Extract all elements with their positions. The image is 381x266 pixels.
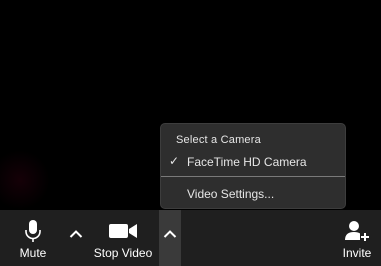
add-user-icon: [345, 221, 370, 242]
camera-menu-heading: Select a Camera: [176, 134, 261, 146]
stop-video-button[interactable]: Stop Video: [90, 210, 156, 266]
microphone-icon: [25, 220, 41, 242]
invite-label: Invite: [342, 246, 372, 260]
video-options-caret[interactable]: [159, 210, 181, 266]
check-icon: ✓: [169, 154, 180, 168]
invite-button[interactable]: Invite: [334, 210, 380, 266]
camera-option-label: FaceTime HD Camera: [187, 155, 307, 169]
camera-option-facetime[interactable]: ✓ FaceTime HD Camera: [161, 152, 345, 172]
video-glow: [0, 150, 50, 210]
menu-divider: [161, 176, 345, 177]
meeting-window: Select a Camera ✓ FaceTime HD Camera Vid…: [0, 0, 381, 266]
stop-video-label: Stop Video: [93, 246, 153, 260]
chevron-up-icon: [163, 230, 177, 238]
camera-menu: Select a Camera ✓ FaceTime HD Camera Vid…: [160, 123, 346, 209]
audio-options-caret[interactable]: [64, 210, 88, 266]
video-settings-item[interactable]: Video Settings...: [161, 184, 345, 204]
mute-button[interactable]: Mute: [8, 210, 58, 266]
meeting-toolbar: Mute Stop Video Invite: [0, 210, 381, 266]
video-camera-icon: [109, 224, 137, 238]
chevron-up-icon: [69, 230, 83, 238]
mute-label: Mute: [19, 246, 47, 260]
video-settings-label: Video Settings...: [187, 187, 275, 201]
